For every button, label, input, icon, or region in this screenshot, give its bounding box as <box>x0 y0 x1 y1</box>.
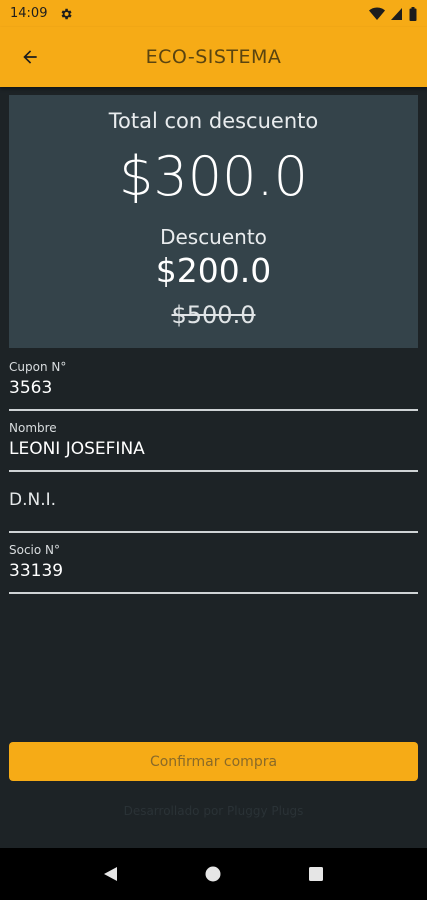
cupon-label: Cupon N° <box>9 360 67 374</box>
total-label: Total con descuento <box>108 109 319 133</box>
status-icons <box>369 6 417 21</box>
app-bar: ECO-SISTEMA <box>0 27 427 87</box>
dni-placeholder: D.N.I. <box>9 490 57 510</box>
status-bar: 14:09 <box>0 0 427 27</box>
signal-icon <box>391 7 402 20</box>
circle-home-icon <box>205 866 221 882</box>
original-price: $500.0 <box>171 301 256 329</box>
system-nav-bar <box>0 848 427 900</box>
wifi-icon <box>369 7 385 20</box>
triangle-back-icon <box>104 867 118 881</box>
socio-value: 33139 <box>9 561 64 581</box>
discount-value: $200.0 <box>155 251 272 290</box>
footer-note: Desarrollado por Pluggy Plugs <box>123 804 304 818</box>
page-title: ECO-SISTEMA <box>145 46 282 68</box>
cupon-value: 3563 <box>9 378 53 398</box>
nav-home-button[interactable] <box>201 862 225 886</box>
square-recents-icon <box>308 867 323 881</box>
nav-recents-button[interactable] <box>304 862 328 886</box>
back-button[interactable] <box>14 41 46 73</box>
nombre-field[interactable]: Nombre LEONI JOSEFINA <box>9 419 418 472</box>
discount-label: Descuento <box>160 225 267 249</box>
battery-icon <box>409 6 417 21</box>
confirm-purchase-button[interactable]: Confirmar compra <box>9 742 418 781</box>
socio-label: Socio N° <box>9 543 61 557</box>
total-value: $300.0 <box>119 145 308 208</box>
cupon-field[interactable]: Cupon N° 3563 <box>9 358 418 411</box>
settings-gear-icon <box>62 8 73 19</box>
status-time: 14:09 <box>10 6 48 21</box>
dni-field[interactable]: D.N.I. <box>9 480 418 533</box>
nombre-value: LEONI JOSEFINA <box>9 439 145 459</box>
nombre-label: Nombre <box>9 421 57 435</box>
arrow-back-icon <box>23 50 37 64</box>
socio-field[interactable]: Socio N° 33139 <box>9 541 418 594</box>
discount-summary-card: Total con descuento $300.0 Descuento $20… <box>9 95 418 348</box>
nav-back-button[interactable] <box>99 862 123 886</box>
